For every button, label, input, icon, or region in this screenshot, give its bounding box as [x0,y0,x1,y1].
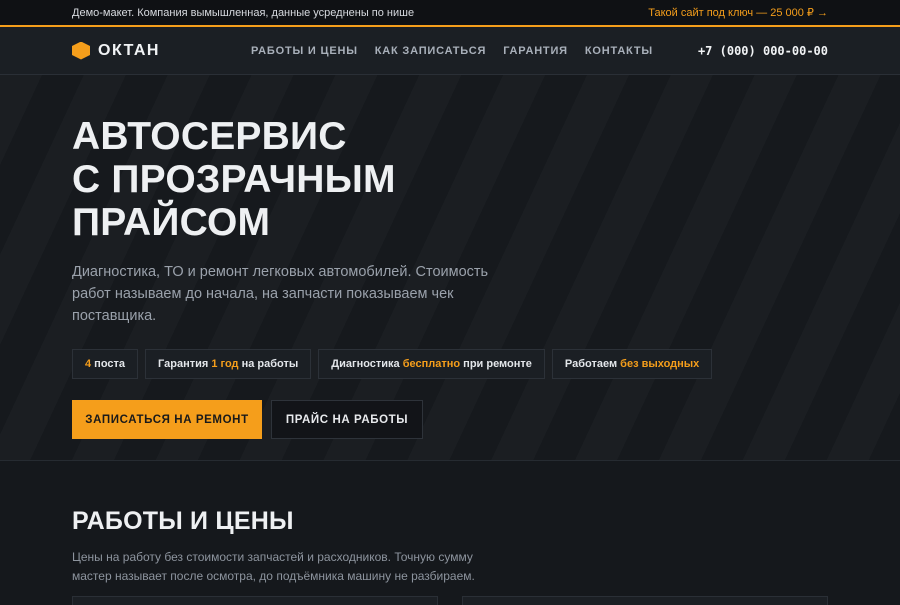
badge-text: Гарантия [158,358,212,370]
price-cards [72,596,828,605]
badge-accent: бесплатно [402,358,461,370]
badge-text: Диагностика [331,358,403,370]
badge-text: поста [91,358,126,370]
top-info-bar: Демо-макет. Компания вымышленная, данные… [0,0,900,27]
hero-title-line: С ПРОЗРАЧНЫМ [72,158,396,201]
hero-section: АВТОСЕРВИС С ПРОЗРАЧНЫМ ПРАЙСОМ Диагност… [0,75,900,461]
price-card[interactable] [462,596,828,605]
promo-link[interactable]: Такой сайт под ключ — 25 000 ₽ → [648,6,828,19]
hero-lead: Диагностика, ТО и ремонт легковых автомо… [72,264,489,324]
nav-item-how-to-book[interactable]: КАК ЗАПИСАТЬСЯ [375,45,486,57]
badge-posts: 4 поста [72,349,139,379]
phone-number[interactable]: +7 (000) 000-00-00 [698,44,828,58]
book-repair-button[interactable]: ЗАПИСАТЬСЯ НА РЕМОНТ [72,400,262,439]
badge-diagnostics: Диагностика бесплатно при ремонте [318,349,545,379]
price-list-button[interactable]: ПРАЙС НА РАБОТЫ [271,400,423,439]
demo-disclaimer: Демо-макет. Компания вымышленная, данные… [72,6,415,19]
badge-accent: 1 год [211,358,239,370]
feature-badges: 4 поста Гарантия 1 год на работы Диагнос… [72,349,828,379]
brand-name: ОКТАН [98,41,160,59]
badge-text: при ремонте [460,358,532,370]
nav-item-contacts[interactable]: КОНТАКТЫ [585,45,653,57]
nav-menu: РАБОТЫ И ЦЕНЫ КАК ЗАПИСАТЬСЯ ГАРАНТИЯ КО… [251,45,653,57]
section-title: РАБОТЫ И ЦЕНЫ [72,507,294,535]
hero-title: АВТОСЕРВИС С ПРОЗРАЧНЫМ ПРАЙСОМ [72,115,828,244]
main-navigation: ОКТАН РАБОТЫ И ЦЕНЫ КАК ЗАПИСАТЬСЯ ГАРАН… [0,27,900,75]
hero-actions: ЗАПИСАТЬСЯ НА РЕМОНТ ПРАЙС НА РАБОТЫ [72,400,828,439]
badge-warranty: Гарантия 1 год на работы [145,349,312,379]
nav-item-warranty[interactable]: ГАРАНТИЯ [503,45,568,57]
hero-title-line: АВТОСЕРВИС [72,115,347,158]
logo[interactable]: ОКТАН [72,41,160,60]
badge-schedule: Работаем без выходных [551,349,713,379]
hero-title-line: ПРАЙСОМ [72,201,271,244]
price-card[interactable] [72,596,438,605]
hexagon-logo-icon [72,41,90,60]
badge-accent: без выходных [620,358,700,370]
section-description: Цены на работу без стоимости запчастей и… [72,550,475,583]
works-prices-section: РАБОТЫ И ЦЕНЫ Цены на работу без стоимос… [0,461,900,586]
badge-text: Работаем [564,358,621,370]
nav-item-works-prices[interactable]: РАБОТЫ И ЦЕНЫ [251,45,358,57]
badge-text: на работы [238,358,299,370]
